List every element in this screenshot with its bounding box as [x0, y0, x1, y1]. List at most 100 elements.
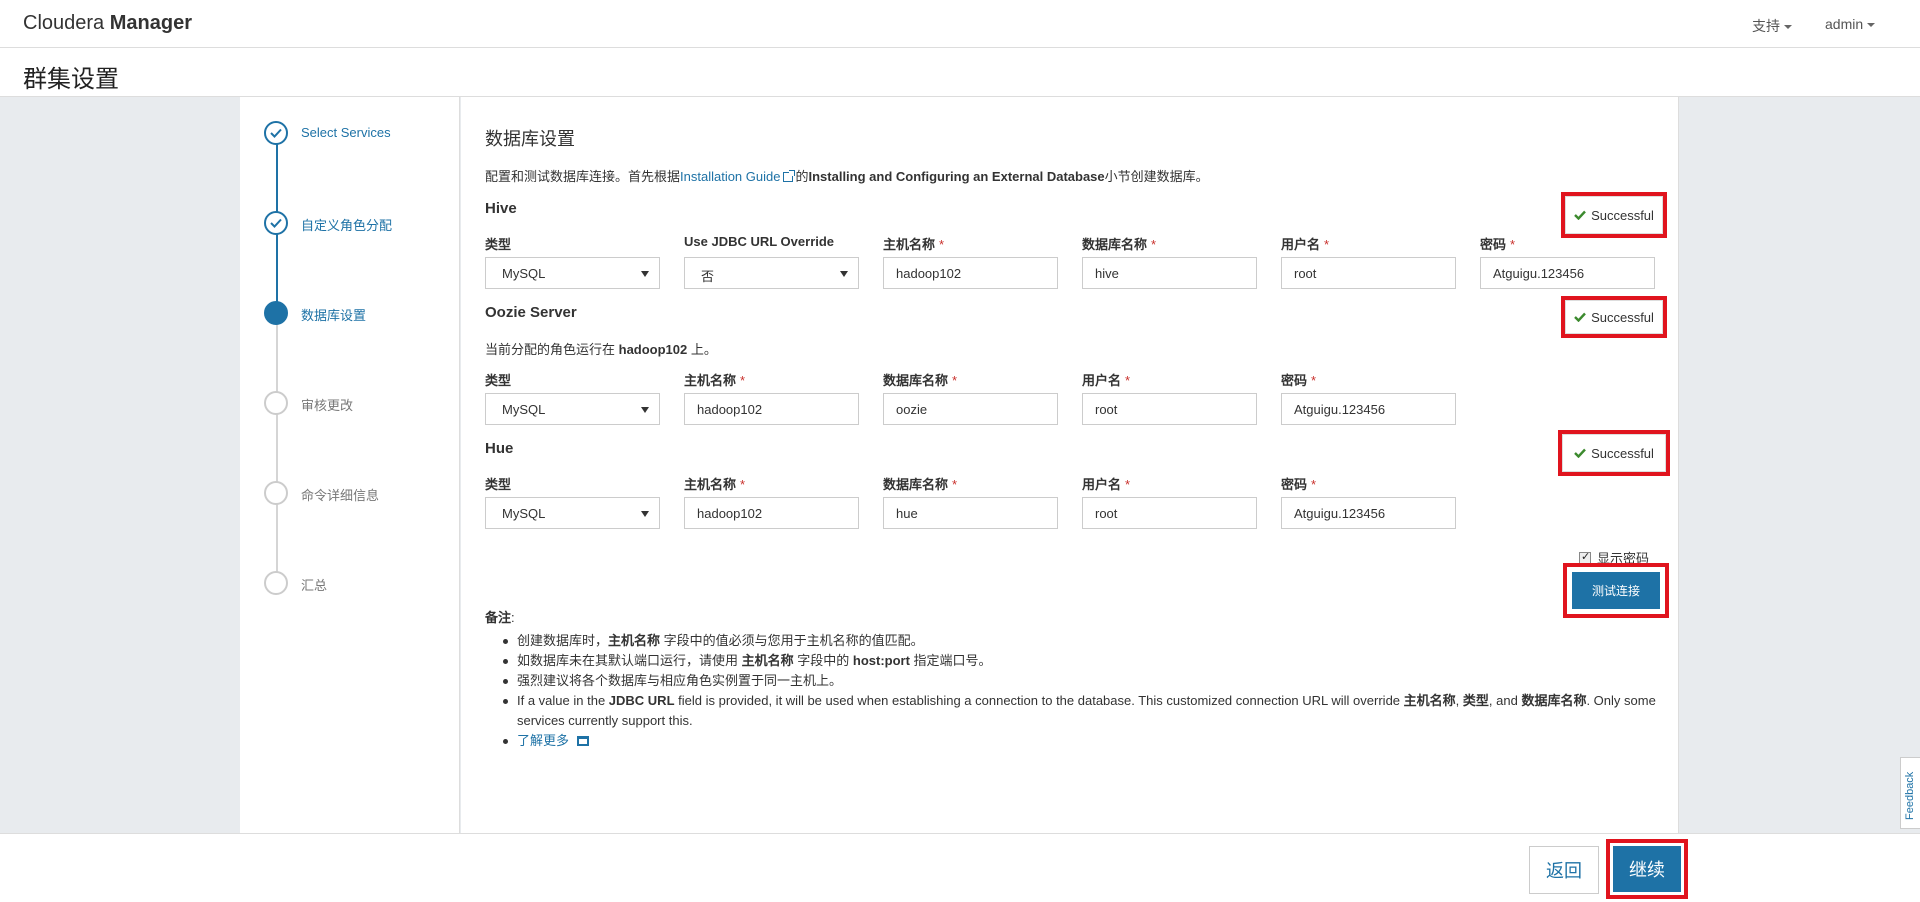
brand-logo[interactable]: Cloudera Manager	[23, 12, 192, 35]
oozie-host-input[interactable]	[684, 393, 859, 425]
step-label: 数据库设置	[301, 308, 367, 323]
step-label: Select Services	[301, 125, 391, 140]
user-menu[interactable]: admin	[1825, 16, 1876, 32]
learn-more-text: 了解更多	[517, 733, 570, 748]
note-bold: 数据库名称	[1521, 693, 1587, 708]
select-value: MySQL	[502, 506, 546, 521]
installation-guide-link[interactable]: Installation Guide	[680, 169, 796, 184]
feedback-tab[interactable]: Feedback	[1900, 757, 1920, 829]
caret-down-icon	[1867, 23, 1876, 28]
required-mark: *	[952, 477, 958, 492]
brand-light: Cloudera	[23, 12, 105, 34]
hive-user-input[interactable]	[1281, 257, 1456, 289]
hue-dbname-label: 数据库名称 *	[883, 474, 957, 493]
note-text: 如数据库未在其默认端口运行，请使用	[517, 653, 742, 668]
checkbox[interactable]	[1579, 550, 1591, 564]
required-mark: *	[1125, 373, 1131, 388]
note-bold: JDBC URL	[608, 693, 675, 708]
note-bold: 类型	[1462, 693, 1489, 708]
oozie-type-label: 类型	[485, 370, 511, 389]
page-title: 群集设置	[23, 66, 119, 93]
pending-step-icon	[264, 571, 288, 595]
oozie-type-select[interactable]: MySQL	[485, 393, 660, 425]
learn-more-link[interactable]: 了解更多	[517, 733, 590, 748]
note-bold: host:port	[852, 653, 910, 668]
note-text: 指定端口号。	[909, 653, 992, 668]
note-bold: 主机名称	[741, 653, 794, 668]
caret-down-icon	[1784, 25, 1792, 30]
dropdown-arrow-icon	[840, 271, 848, 277]
oozie-title: Oozie Server	[485, 304, 577, 321]
note-prefix: 当前分配的角色运行在	[485, 342, 619, 357]
note-text: 字段中的	[793, 653, 853, 668]
hue-dbname-input[interactable]	[883, 497, 1058, 529]
label-text: 用户名	[1281, 237, 1321, 252]
oozie-dbname-input[interactable]	[883, 393, 1058, 425]
hive-dbname-input[interactable]	[1082, 257, 1257, 289]
footer-bar: 返回 继续	[0, 833, 1920, 902]
label-text: Use JDBC URL Override	[684, 234, 835, 249]
hive-host-input[interactable]	[883, 257, 1058, 289]
intro-prefix: 配置和测试数据库连接。首先根据	[485, 169, 681, 184]
check-icon	[1574, 210, 1586, 220]
hive-password-input[interactable]	[1480, 257, 1655, 289]
label-text: 密码	[1480, 237, 1507, 252]
oozie-password-input[interactable]	[1281, 393, 1456, 425]
required-mark: *	[740, 477, 746, 492]
hive-dbname-label: 数据库名称 *	[1082, 234, 1156, 253]
hive-success-status: Successful	[1561, 192, 1667, 238]
note-bold: 主机名称	[608, 633, 661, 648]
label-text: 主机名称	[684, 373, 737, 388]
hue-host-input[interactable]	[684, 497, 859, 529]
check-icon	[1574, 312, 1586, 322]
continue-button[interactable]: 继续	[1613, 846, 1681, 892]
intro-bold: Installing and Configuring an External D…	[808, 169, 1105, 184]
notes-list: 创建数据库时，主机名称 字段中的值必须与您用于主机名称的值匹配。 如数据库未在其…	[501, 631, 1661, 751]
hue-password-input[interactable]	[1281, 497, 1456, 529]
main-content: 数据库设置 配置和测试数据库连接。首先根据Installation Guide 的…	[461, 97, 1679, 833]
hue-user-input[interactable]	[1082, 497, 1257, 529]
dropdown-arrow-icon	[641, 271, 649, 277]
success-text: Successful	[1591, 207, 1654, 223]
label-text: 用户名	[1082, 477, 1122, 492]
title-bar: 群集设置	[0, 48, 1920, 97]
label-text: 主机名称	[883, 237, 936, 252]
label-text: 类型	[485, 477, 512, 492]
label-text: 数据库名称	[883, 373, 949, 388]
hive-type-select[interactable]: MySQL	[485, 257, 660, 289]
hive-jdbc-label: Use JDBC URL Override	[684, 234, 834, 249]
link-text: Installation Guide	[680, 169, 781, 184]
oozie-host-note: 当前分配的角色运行在 hadoop102 上。	[485, 339, 717, 358]
intro-suffix: 小节创建数据库。	[1104, 169, 1209, 184]
required-mark: *	[740, 373, 746, 388]
required-mark: *	[1151, 237, 1157, 252]
hue-type-label: 类型	[485, 474, 511, 493]
continue-highlight: 继续	[1606, 839, 1688, 899]
user-label: admin	[1825, 16, 1864, 32]
note-bold: 主机名称	[1403, 693, 1456, 708]
back-button[interactable]: 返回	[1529, 846, 1599, 894]
hive-title: Hive	[485, 200, 517, 217]
hue-password-label: 密码 *	[1281, 474, 1316, 493]
oozie-user-input[interactable]	[1082, 393, 1257, 425]
hive-user-label: 用户名 *	[1281, 234, 1329, 253]
select-value: 否	[701, 269, 715, 284]
required-mark: *	[939, 237, 945, 252]
hue-type-select[interactable]: MySQL	[485, 497, 660, 529]
label-text: 用户名	[1082, 373, 1122, 388]
pending-step-icon	[264, 481, 288, 505]
list-item: If a value in the JDBC URL field is prov…	[501, 691, 1661, 731]
test-connection-button[interactable]: 测试连接	[1572, 572, 1660, 609]
support-menu[interactable]: 支持	[1752, 16, 1792, 36]
notes-title-text: 备注	[485, 610, 512, 625]
hue-user-label: 用户名 *	[1082, 474, 1130, 493]
select-value: MySQL	[502, 402, 546, 417]
hive-password-label: 密码 *	[1480, 234, 1515, 253]
hue-success-status: Successful	[1558, 430, 1670, 476]
active-step-icon	[264, 301, 288, 325]
label-text: 类型	[485, 373, 512, 388]
oozie-user-label: 用户名 *	[1082, 370, 1130, 389]
check-icon	[1574, 448, 1586, 458]
hue-title: Hue	[485, 440, 514, 457]
hive-jdbc-select[interactable]: 否	[684, 257, 859, 289]
